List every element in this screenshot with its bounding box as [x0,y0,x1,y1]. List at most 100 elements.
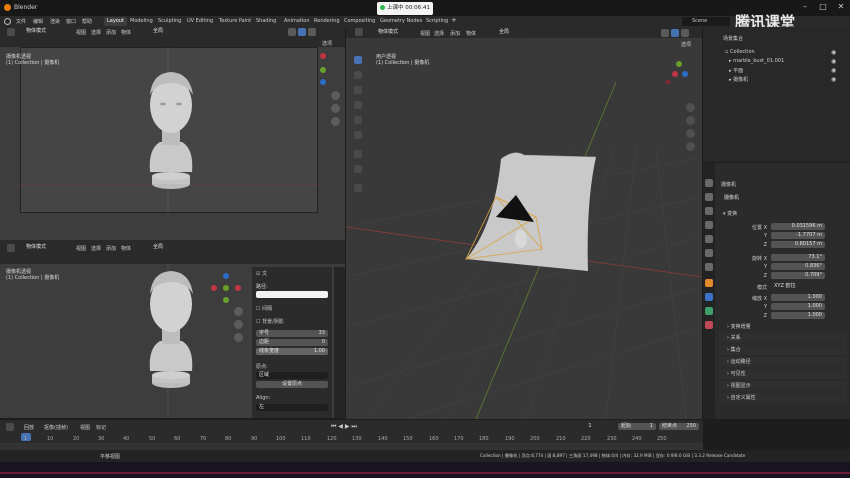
blender-menu-icon[interactable] [4,18,11,25]
zoom-icon[interactable] [331,91,340,100]
rotation-y-field[interactable]: 0.836° [771,263,825,270]
viewport-bottom-left[interactable]: 物体模式 视图 选择 添加 物体 全局 摄像机透视 (1) Collection… [0,240,345,418]
background-checkbox[interactable]: ☐ 背景/阴影 [256,318,284,325]
workspace-tab[interactable]: Sculpting [155,17,184,26]
menu-render[interactable]: 渲染 [50,18,60,25]
menu-window[interactable]: 窗口 [66,18,76,25]
outliner: 场景集合 ▫ Collection ▸ marble_bust_01.001 ▸… [703,27,850,162]
location-x-field[interactable]: 0.031596 m [771,223,825,230]
origin-dropdown[interactable]: 区域 [256,372,328,379]
output-tab-icon[interactable] [705,207,713,215]
pan-hand-icon[interactable] [234,320,243,329]
object-name-field[interactable]: 摄像机 [721,195,845,202]
scene-tab-icon[interactable] [705,235,713,243]
rotation-x-field[interactable]: 73.1° [771,254,825,261]
visibility-eye-icon[interactable]: ◉ [831,76,836,83]
sidebar-tabs[interactable] [334,267,345,418]
outliner-row[interactable]: ▸ marble_bust_01.001 [729,58,845,64]
modifier-tab-icon[interactable] [705,293,713,301]
section-visibility[interactable]: › 可见性 [719,369,847,379]
visibility-eye-icon[interactable]: ◉ [831,49,836,56]
section-custom-properties[interactable]: › 自定义属性 [719,393,847,403]
panel-header[interactable]: ☑ 文 [256,270,267,277]
outliner-row[interactable]: ▸ 平面 [729,67,845,74]
scene-selector[interactable]: Scene [682,17,730,26]
workspace-tab[interactable]: Layout [104,17,127,26]
workspace-tab[interactable]: Texture Paint [216,17,254,26]
timeline-track[interactable] [0,443,703,450]
grid-view-icon[interactable] [686,142,695,151]
rotation-z-field[interactable]: 0.709° [771,272,825,279]
workspace-tab[interactable]: Scripting [423,17,451,26]
viewport-top-left[interactable]: 物体模式 视图 选择 添加 物体 全局 选项 摄像机透视 (1) Collect… [0,27,345,240]
workspace-tab[interactable]: Animation [281,17,313,26]
scale-z-field[interactable]: 1.000 [771,312,825,319]
close-button[interactable]: ✕ [832,2,850,14]
physics-tab-icon[interactable] [705,307,713,315]
location-y-field[interactable]: -1.7707 m [771,232,825,239]
menu-marker[interactable]: 标记 [96,424,106,431]
menu-view[interactable]: 视图 [80,424,90,431]
playback-controls[interactable]: ⏮ ◀ ▶ ⏭ [331,423,383,431]
collection-tab-icon[interactable] [705,263,713,271]
workspace-tab[interactable]: UV Editing [184,17,216,26]
menu-edit[interactable]: 编辑 [33,18,43,25]
camera-view-icon[interactable] [331,117,340,126]
margin-field[interactable]: 边距 0 [256,339,328,346]
zoom-icon[interactable] [686,103,695,112]
object-tab-icon[interactable] [705,279,713,287]
tool-tab-icon[interactable] [705,179,713,187]
text-input[interactable] [256,291,328,298]
outliner-row[interactable]: ▸ 摄像机 [729,76,845,83]
section-collections[interactable]: › 集合 [719,345,847,355]
outliner-row[interactable]: ▫ Collection [725,49,845,55]
workspace-tab[interactable]: Rendering [311,17,343,26]
rotation-mode-dropdown[interactable]: XYZ 欧拉 [771,283,825,290]
visibility-eye-icon[interactable]: ◉ [831,67,836,74]
render-tab-icon[interactable] [705,193,713,201]
section-motion-paths[interactable]: › 运动路径 [719,357,847,367]
status-right: Collection | 摄像机 | 顶点:8,774 | 面:8,897 | … [480,453,746,458]
transform-section[interactable]: ▾ 变换 [723,210,737,217]
view-layer-tab-icon[interactable] [705,221,713,229]
workspace-tab[interactable]: Geometry Nodes [377,17,425,26]
pan-hand-icon[interactable] [686,116,695,125]
scale-z-label: Z [763,313,767,319]
delta-transform-section[interactable]: › 变换增量 [727,323,751,330]
end-frame-field[interactable]: 结束点 250 [659,423,699,430]
visibility-eye-icon[interactable]: ◉ [831,58,836,65]
align-dropdown[interactable]: 左 [256,404,328,411]
section-relations[interactable]: › 关系 [719,333,847,343]
workspace-tab[interactable]: Compositing [341,17,378,26]
editor-type-icon[interactable] [6,423,14,431]
spacing-checkbox[interactable]: ☐ 间隔 [256,305,272,312]
constraint-tab-icon[interactable] [705,321,713,329]
linewidth-field[interactable]: 线条宽度 1.00 [256,348,328,355]
recording-indicator: 上课中 00:06:41 [377,2,433,15]
start-frame-field[interactable]: 起始 1 [618,423,656,430]
scale-x-field[interactable]: 1.000 [771,294,825,301]
menu-help[interactable]: 帮助 [82,18,92,25]
workspace-tab[interactable]: Modeling [127,17,156,26]
maximize-button[interactable]: □ [814,2,832,14]
workspace-tab[interactable]: Shading [253,17,279,26]
viewport-main[interactable]: 物体模式 视图 选择 添加 物体 全局 选项 用户透视 (1) Collecti… [346,27,702,419]
world-tab-icon[interactable] [705,249,713,257]
set-origin-button[interactable]: 设置原点 [256,381,328,388]
menu-keying[interactable]: 抠像(插帧) [44,424,68,431]
section-viewport-display[interactable]: › 视图显示 [719,381,847,391]
scale-y-field[interactable]: 1.000 [771,303,825,310]
camera-view-icon[interactable] [234,333,243,342]
location-z-field[interactable]: 0.80157 m [771,241,825,248]
menu-file[interactable]: 文件 [16,18,26,25]
minimize-button[interactable]: – [796,2,814,14]
pan-hand-icon[interactable] [331,104,340,113]
zoom-icon[interactable] [234,307,243,316]
menu-playback[interactable]: 回放 [24,424,34,431]
add-workspace-icon[interactable]: + [451,16,457,24]
current-frame-field[interactable]: 1 [575,423,605,430]
size-field[interactable]: 字号 33 [256,330,328,337]
properties-search[interactable] [758,166,800,173]
camera-view-icon[interactable] [686,129,695,138]
playhead-marker[interactable] [21,433,31,441]
